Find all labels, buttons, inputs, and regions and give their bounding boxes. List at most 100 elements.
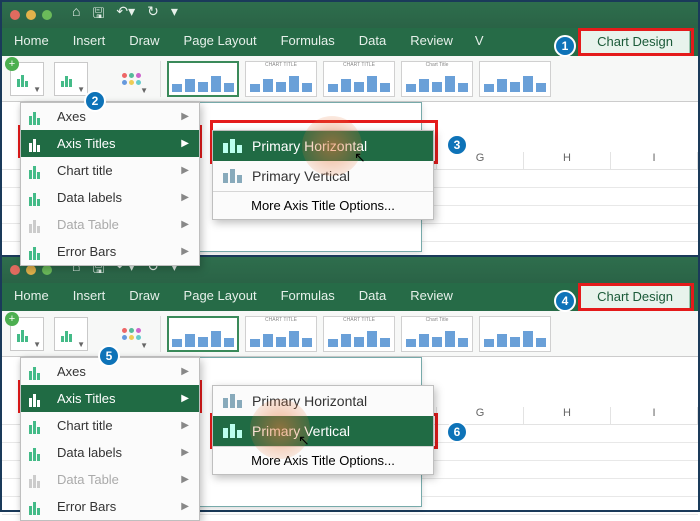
home-icon[interactable]: ⌂ [72, 3, 80, 27]
style-thumb-1[interactable] [167, 61, 239, 97]
axis-titles-icon [29, 136, 49, 152]
cursor-icon: ↖ [298, 432, 310, 449]
tab-review[interactable]: Review [398, 28, 465, 56]
tab-data[interactable]: Data [347, 28, 398, 56]
chevron-down-icon: ▼ [77, 85, 85, 94]
sub-primary-vertical[interactable]: Primary Vertical [213, 161, 433, 191]
tab-formulas[interactable]: Formulas [269, 28, 347, 56]
chevron-right-icon: ▶ [181, 192, 189, 203]
quick-layout-button[interactable]: ▼ [54, 317, 88, 351]
data-table-icon [29, 217, 49, 233]
change-colors-button[interactable]: ▼ [116, 317, 150, 351]
minimize-icon[interactable] [26, 265, 36, 275]
style-thumb-2[interactable]: CHART TITLE [245, 61, 317, 97]
step-badge-2: 2 [84, 90, 106, 112]
col-G[interactable]: G [437, 152, 524, 170]
step-badge-4: 4 [554, 290, 576, 312]
qat-more-icon[interactable]: ▾ [171, 3, 178, 27]
chevron-right-icon: ▶ [181, 138, 189, 149]
ribbon-chart-design: + ▼ ▼ ▼ CHART TITLE CHART TITLE Chart Ti… [2, 56, 698, 102]
tab-cutoff[interactable]: V [465, 28, 488, 56]
sub-more-options[interactable]: More Axis Title Options... [213, 446, 433, 474]
tab-pagelayout[interactable]: Page Layout [172, 283, 269, 311]
chevron-down-icon: ▼ [33, 340, 41, 349]
style-thumb-5[interactable] [479, 316, 551, 352]
chart-title-icon [29, 163, 49, 179]
chart-styles-gallery: CHART TITLE CHART TITLE Chart Title [160, 61, 690, 97]
window-controls[interactable] [10, 265, 52, 275]
col-H[interactable]: H [524, 407, 611, 425]
chevron-down-icon: ▼ [140, 341, 148, 350]
plus-icon: + [5, 312, 19, 326]
chart-title-icon [29, 418, 49, 434]
tab-home[interactable]: Home [2, 28, 61, 56]
primary-horizontal-icon [223, 394, 242, 408]
axes-icon [29, 364, 49, 380]
sub-primary-horizontal[interactable]: Primary Horizontal [213, 386, 433, 416]
chevron-right-icon: ▶ [181, 366, 189, 377]
step-badge-3: 3 [446, 134, 468, 156]
undo-icon[interactable]: ↶▾ [116, 3, 135, 27]
tab-pagelayout[interactable]: Page Layout [172, 28, 269, 56]
style-thumb-3[interactable]: CHART TITLE [323, 316, 395, 352]
chart-styles-gallery: CHART TITLE CHART TITLE Chart Title [160, 316, 690, 352]
zoom-icon[interactable] [42, 10, 52, 20]
sub-primary-horizontal[interactable]: Primary Horizontal [213, 131, 433, 161]
menu-item-error-bars[interactable]: Error Bars▶ [21, 493, 199, 520]
excel-window-bottom: ⌂ 🖫 ↶▾ ↻ ▾ Home Insert Draw Page Layout … [2, 255, 698, 508]
axes-icon [29, 109, 49, 125]
tab-review[interactable]: Review [398, 283, 465, 311]
menu-item-axis-titles[interactable]: Axis Titles▶ [21, 130, 199, 157]
col-H[interactable]: H [524, 152, 611, 170]
add-chart-element-button[interactable]: + ▼ [10, 62, 44, 96]
minimize-icon[interactable] [26, 10, 36, 20]
menu-item-error-bars[interactable]: Error Bars▶ [21, 238, 199, 265]
tab-insert[interactable]: Insert [61, 28, 118, 56]
chevron-right-icon: ▶ [181, 219, 189, 230]
menu-item-data-labels[interactable]: Data labels▶ [21, 184, 199, 211]
primary-vertical-icon [223, 169, 242, 183]
zoom-icon[interactable] [42, 265, 52, 275]
highlight-chart-design-1 [578, 28, 694, 56]
close-icon[interactable] [10, 10, 20, 20]
col-I[interactable]: I [611, 407, 698, 425]
axis-titles-icon [29, 391, 49, 407]
plus-icon: + [5, 57, 19, 71]
style-thumb-5[interactable] [479, 61, 551, 97]
sub-primary-vertical[interactable]: Primary Vertical [213, 416, 433, 446]
save-icon[interactable]: 🖫 [92, 3, 104, 27]
add-chart-element-menu: Axes▶ Axis Titles▶ Chart title▶ Data lab… [20, 357, 200, 521]
axis-titles-submenu: Primary Horizontal Primary Vertical More… [212, 385, 434, 475]
menu-item-data-labels[interactable]: Data labels▶ [21, 439, 199, 466]
sub-more-options[interactable]: More Axis Title Options... [213, 191, 433, 219]
tab-data[interactable]: Data [347, 283, 398, 311]
menu-item-data-table[interactable]: Data Table▶ [21, 466, 199, 493]
col-I[interactable]: I [611, 152, 698, 170]
change-colors-button[interactable]: ▼ [116, 62, 150, 96]
tab-draw[interactable]: Draw [117, 283, 171, 311]
close-icon[interactable] [10, 265, 20, 275]
data-labels-icon [29, 190, 49, 206]
style-thumb-4[interactable]: Chart Title [401, 61, 473, 97]
palette-icon [122, 73, 144, 85]
window-controls[interactable] [10, 10, 52, 20]
style-thumb-2[interactable]: CHART TITLE [245, 316, 317, 352]
add-chart-element-button[interactable]: + ▼ [10, 317, 44, 351]
quick-layout-button[interactable]: ▼ [54, 62, 88, 96]
redo-icon[interactable]: ↻ [147, 3, 159, 27]
style-thumb-1[interactable] [167, 316, 239, 352]
style-thumb-3[interactable]: CHART TITLE [323, 61, 395, 97]
menu-item-data-table[interactable]: Data Table▶ [21, 211, 199, 238]
menu-item-chart-title[interactable]: Chart title▶ [21, 412, 199, 439]
tab-insert[interactable]: Insert [61, 283, 118, 311]
palette-icon [122, 328, 144, 340]
style-thumb-4[interactable]: Chart Title [401, 316, 473, 352]
tab-home[interactable]: Home [2, 283, 61, 311]
menu-item-chart-title[interactable]: Chart title▶ [21, 157, 199, 184]
tab-draw[interactable]: Draw [117, 28, 171, 56]
quick-access-toolbar: ⌂ 🖫 ↶▾ ↻ ▾ [72, 3, 178, 27]
error-bars-icon [29, 244, 49, 260]
tab-formulas[interactable]: Formulas [269, 283, 347, 311]
menu-item-axes[interactable]: Axes▶ [21, 103, 199, 130]
menu-item-axis-titles[interactable]: Axis Titles▶ [21, 385, 199, 412]
